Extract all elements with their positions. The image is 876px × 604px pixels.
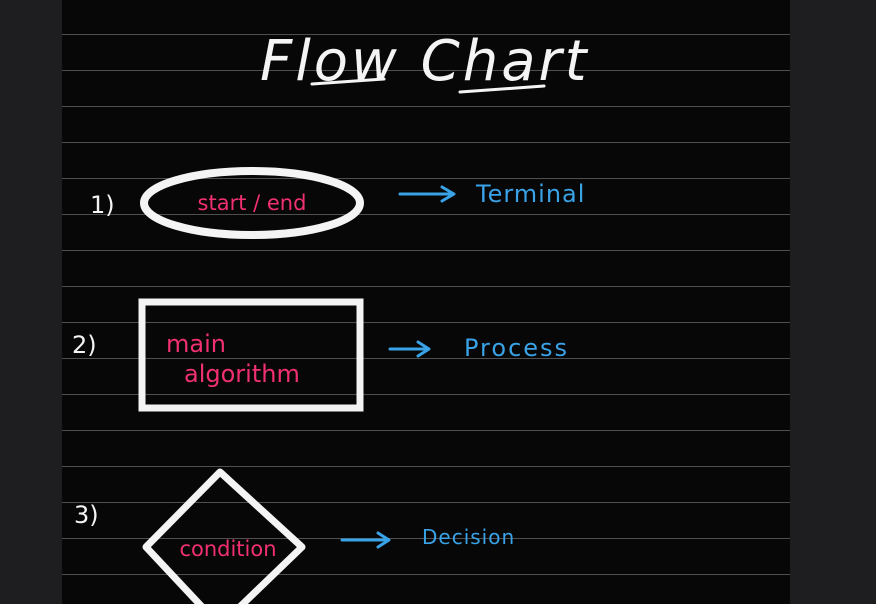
item-number-1: 1) [90,191,115,219]
terminal-arrow [398,185,456,203]
decision-shape-label: condition [179,537,276,561]
terminal-shape-label: start / end [198,191,307,215]
notebook-page: Flow Chart 1) start / end Terminal 2) ma… [62,0,790,604]
item-number-3: 3) [74,501,99,529]
left-margin [0,0,62,604]
decision-arrow [340,531,391,549]
item-number-2: 2) [72,331,97,359]
process-label-line-1: main [166,330,226,358]
flowchart-drawing: Flow Chart 1) start / end Terminal 2) ma… [72,29,590,604]
terminal-name: Terminal [475,180,585,208]
page-title: Flow Chart [260,29,590,94]
right-margin [790,0,876,604]
process-label-line-2: algorithm [184,360,300,388]
process-arrow [388,340,431,358]
process-name: Process [464,334,569,362]
decision-name: Decision [422,525,515,549]
